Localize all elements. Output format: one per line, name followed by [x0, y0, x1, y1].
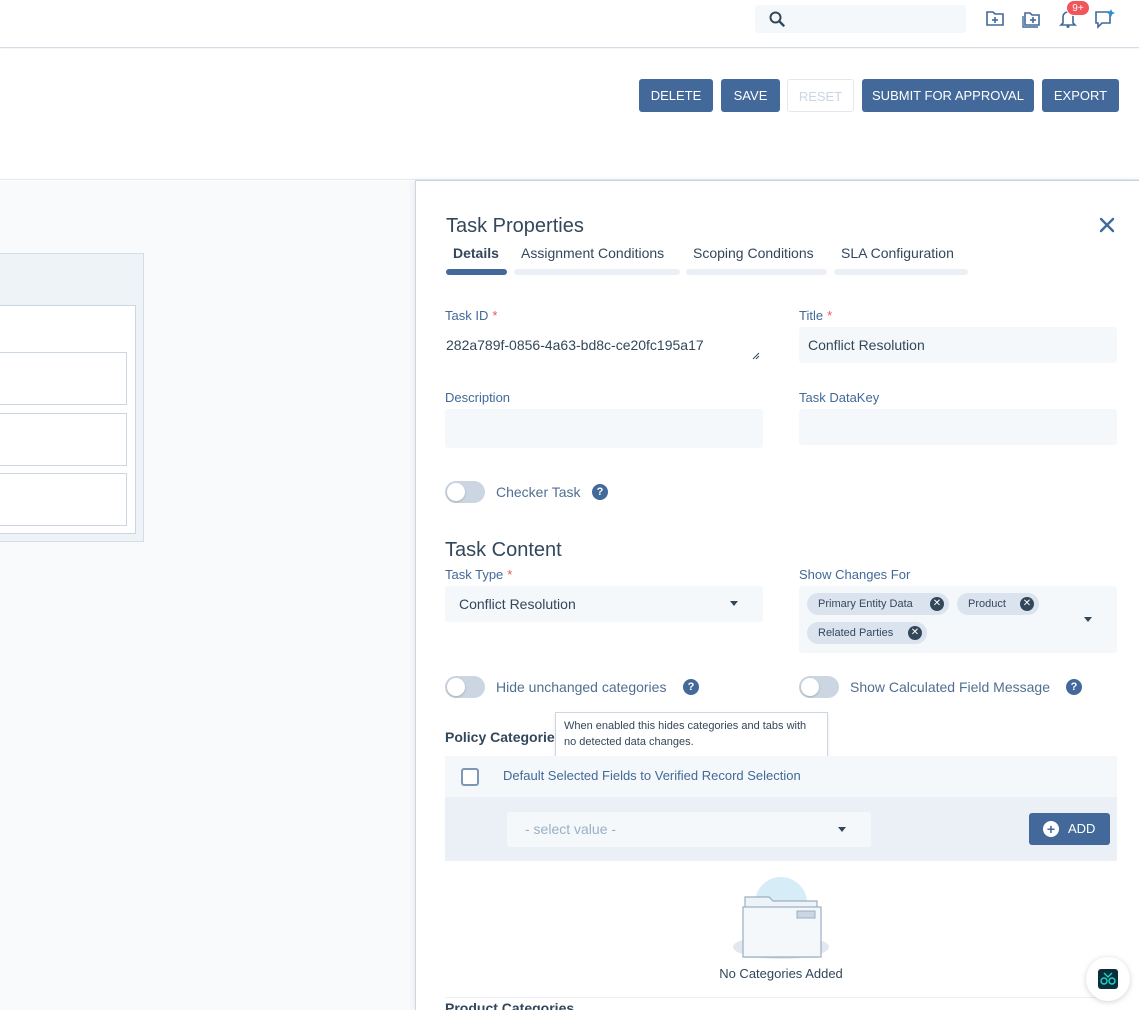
plus-circle-icon: + [1043, 821, 1059, 837]
title-label: Title * [799, 308, 833, 323]
workflow-lane-body [0, 305, 136, 534]
tab-indicator-sla [834, 269, 968, 275]
tab-scoping-conditions[interactable]: Scoping Conditions [693, 245, 814, 261]
assistant-icon [1098, 969, 1118, 989]
workflow-node[interactable] [0, 473, 127, 526]
chip-label: Related Parties [818, 627, 894, 639]
task-id-value: 282a789f-0856-4a63-bd8c-ce20fc195a17 [446, 337, 704, 353]
add-category-button[interactable]: + ADD [1029, 813, 1110, 845]
action-bar: DELETE SAVE RESET SUBMIT FOR APPROVAL EX… [0, 49, 1139, 180]
hide-unchanged-toggle[interactable] [445, 676, 485, 698]
policy-add-row: - select value - + ADD [445, 798, 1117, 861]
checker-task-toggle[interactable] [445, 481, 485, 503]
task-type-select[interactable]: Conflict Resolution [445, 586, 763, 622]
tab-indicator-details [446, 269, 507, 275]
chip-related-parties: Related Parties ✕ [807, 622, 927, 644]
assistant-launcher-button[interactable] [1086, 957, 1130, 1001]
description-label: Description [445, 390, 511, 405]
ai-chat-icon[interactable] [1094, 8, 1116, 30]
hide-unchanged-tooltip: When enabled this hides categories and t… [555, 712, 828, 758]
empty-folder-icon [731, 877, 831, 966]
panel-title: Task Properties [446, 215, 584, 237]
default-selected-label: Default Selected Fields to Verified Reco… [503, 768, 801, 783]
chip-remove-icon[interactable]: ✕ [930, 597, 944, 611]
task-datakey-input[interactable] [799, 409, 1117, 445]
top-navigation-bar: 9+ [0, 0, 1139, 48]
chevron-down-icon [838, 827, 846, 832]
tab-assignment-conditions[interactable]: Assignment Conditions [521, 245, 664, 261]
hide-unchanged-label: Hide unchanged categories [496, 679, 667, 695]
show-calculated-help-icon[interactable]: ? [1066, 679, 1082, 695]
tab-details[interactable]: Details [453, 245, 499, 261]
select-placeholder: - select value - [525, 821, 617, 837]
show-calculated-toggle[interactable] [799, 676, 839, 698]
title-value: Conflict Resolution [808, 337, 925, 353]
show-changes-label: Show Changes For [799, 567, 911, 582]
search-icon [769, 11, 785, 32]
chip-remove-icon[interactable]: ✕ [908, 626, 922, 640]
workflow-canvas[interactable] [0, 181, 415, 1010]
reset-button[interactable]: RESET [787, 79, 854, 112]
policy-category-select[interactable]: - select value - [507, 812, 871, 847]
chip-primary-entity-data: Primary Entity Data ✕ [807, 593, 949, 615]
task-id-field[interactable]: 282a789f-0856-4a63-bd8c-ce20fc195a17 [445, 328, 763, 362]
workflow-node[interactable] [0, 352, 127, 405]
chip-label: Primary Entity Data [818, 598, 913, 610]
hide-unchanged-help-icon[interactable]: ? [683, 679, 699, 695]
chip-product: Product ✕ [957, 593, 1039, 615]
description-input[interactable] [445, 409, 763, 448]
resize-handle-icon[interactable] [752, 347, 760, 365]
save-button[interactable]: SAVE [721, 79, 780, 112]
default-selected-checkbox[interactable] [461, 768, 479, 786]
policy-table-header: Default Selected Fields to Verified Reco… [445, 756, 1117, 798]
delete-button[interactable]: DELETE [639, 79, 713, 112]
checker-task-help-icon[interactable]: ? [592, 484, 608, 500]
empty-state: No Categories Added [445, 861, 1117, 998]
chip-remove-icon[interactable]: ✕ [1020, 597, 1034, 611]
search-input[interactable] [755, 5, 966, 33]
policy-categories-label: Policy Categories [445, 729, 563, 745]
tab-indicator-scoping [686, 269, 827, 275]
workflow-node[interactable] [0, 413, 127, 466]
empty-state-text: No Categories Added [719, 966, 843, 981]
chevron-down-icon [1084, 617, 1092, 622]
task-id-label: Task ID * [445, 308, 498, 323]
export-button[interactable]: EXPORT [1042, 79, 1119, 112]
tab-sla-configuration[interactable]: SLA Configuration [841, 245, 954, 261]
chevron-down-icon [730, 601, 738, 606]
submit-for-approval-button[interactable]: SUBMIT FOR APPROVAL [862, 79, 1034, 112]
tab-indicator-assignment [514, 269, 680, 275]
task-content-title: Task Content [445, 539, 562, 561]
title-input[interactable]: Conflict Resolution [799, 327, 1117, 363]
task-datakey-label: Task DataKey [799, 390, 880, 405]
task-type-label: Task Type * [445, 567, 513, 582]
task-type-value: Conflict Resolution [459, 596, 576, 612]
close-icon[interactable] [1099, 217, 1115, 233]
chip-label: Product [968, 598, 1006, 610]
notification-badge: 9+ [1066, 0, 1090, 16]
add-button-label: ADD [1068, 821, 1096, 836]
new-folder-icon[interactable] [985, 8, 1007, 30]
show-changes-multiselect[interactable]: Primary Entity Data ✕ Product ✕ Related … [799, 586, 1117, 653]
checker-task-label: Checker Task [496, 484, 581, 500]
show-calculated-label: Show Calculated Field Message [850, 679, 1050, 695]
workflow-lane[interactable] [0, 253, 144, 542]
folder-add-icon[interactable] [1022, 8, 1044, 30]
product-categories-label: Product Categories [445, 1000, 575, 1010]
